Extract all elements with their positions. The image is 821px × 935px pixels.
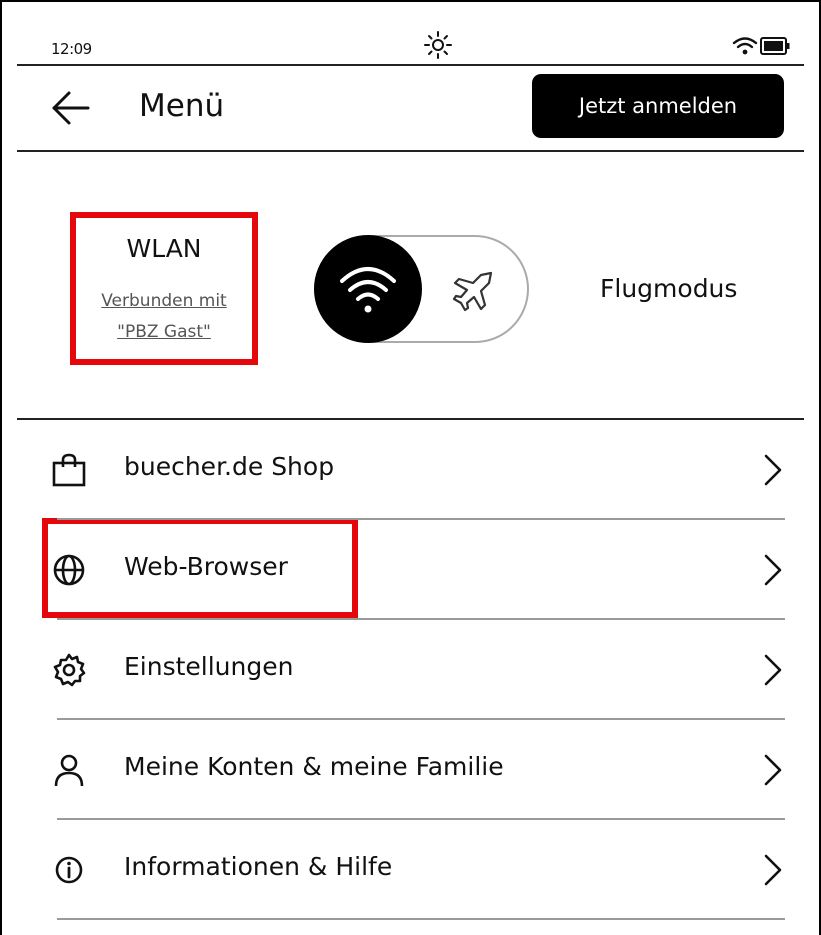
menu-item-label: buecher.de Shop xyxy=(124,452,335,481)
header: Menü Jetzt anmelden xyxy=(17,68,804,152)
menu-item-info[interactable]: Informationen & Hilfe xyxy=(55,822,785,920)
menu-item-label: Web-Browser xyxy=(124,552,288,581)
toggle-knob-wlan xyxy=(314,235,422,343)
wlan-label: WLAN xyxy=(126,234,202,263)
airplane-icon xyxy=(452,271,493,312)
wifi-status-icon xyxy=(732,37,758,55)
wifi-icon xyxy=(340,267,396,313)
device-screen: 12:09 Menü Jetzt anmelden WLAN Verbunden… xyxy=(0,0,821,935)
person-icon xyxy=(54,754,84,787)
menu-item-label: Informationen & Hilfe xyxy=(124,852,393,881)
menu-item-accounts[interactable]: Meine Konten & meine Familie xyxy=(54,722,785,820)
chevron-right-icon xyxy=(764,654,782,686)
brightness-icon[interactable] xyxy=(421,30,455,60)
back-arrow-icon[interactable] xyxy=(51,90,91,126)
shopping-bag-icon xyxy=(52,453,86,487)
gear-icon xyxy=(53,653,86,687)
chevron-right-icon xyxy=(764,554,782,586)
chevron-right-icon xyxy=(764,754,782,786)
menu-item-web-browser[interactable]: Web-Browser xyxy=(53,522,785,620)
wlan-status-line2[interactable]: "PBZ Gast" xyxy=(83,317,245,348)
menu-item-label: Einstellungen xyxy=(124,652,294,681)
menu-item-settings[interactable]: Einstellungen xyxy=(53,622,785,720)
info-icon xyxy=(55,856,83,884)
wlan-status-line1[interactable]: Verbunden mit xyxy=(83,286,245,317)
wlan-airplane-toggle[interactable] xyxy=(314,235,529,343)
status-bar: 12:09 xyxy=(17,30,804,66)
login-button[interactable]: Jetzt anmelden xyxy=(532,74,784,138)
menu-item-shop[interactable]: buecher.de Shop xyxy=(52,422,785,520)
connectivity-section: WLAN Verbunden mit "PBZ Gast" Flugmodus xyxy=(17,154,804,420)
page-title: Menü xyxy=(139,88,225,124)
menu-item-label: Meine Konten & meine Familie xyxy=(124,752,504,781)
airplane-mode-label: Flugmodus xyxy=(600,274,738,303)
globe-icon xyxy=(53,554,85,586)
chevron-right-icon xyxy=(764,854,782,886)
battery-icon xyxy=(760,37,790,55)
wlan-connection-link[interactable]: Verbunden mit "PBZ Gast" xyxy=(83,286,245,348)
clock: 12:09 xyxy=(51,40,92,58)
chevron-right-icon xyxy=(764,454,782,486)
